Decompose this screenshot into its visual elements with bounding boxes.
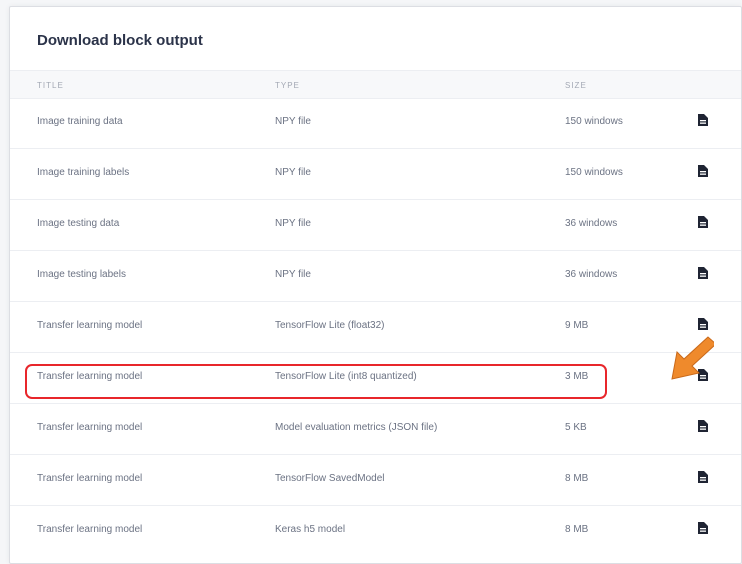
row-title: Transfer learning model — [37, 371, 143, 382]
row-size: 150 windows — [565, 116, 623, 127]
table-row: Image training data NPY file 150 windows — [10, 98, 741, 149]
row-size: 36 windows — [565, 269, 618, 280]
row-title: Transfer learning model — [37, 422, 143, 433]
row-size: 9 MB — [565, 320, 589, 331]
table-header: TITLE TYPE SIZE — [10, 70, 741, 99]
download-file-icon[interactable] — [698, 165, 708, 177]
column-header-title: TITLE — [37, 81, 64, 90]
row-size: 150 windows — [565, 167, 623, 178]
download-file-icon[interactable] — [698, 318, 708, 330]
row-type: NPY file — [275, 269, 311, 280]
row-title: Transfer learning model — [37, 473, 143, 484]
table-row: Transfer learning model TensorFlow Saved… — [10, 455, 741, 506]
row-size: 8 MB — [565, 524, 589, 535]
download-file-icon[interactable] — [698, 420, 708, 432]
download-file-icon[interactable] — [698, 471, 708, 483]
row-title: Image training labels — [37, 167, 130, 178]
row-title: Transfer learning model — [37, 320, 143, 331]
row-type: NPY file — [275, 167, 311, 178]
row-type: NPY file — [275, 116, 311, 127]
row-title: Image testing labels — [37, 269, 126, 280]
row-type: TensorFlow SavedModel — [275, 473, 385, 484]
row-size: 3 MB — [565, 371, 589, 382]
download-file-icon[interactable] — [698, 267, 708, 279]
row-size: 8 MB — [565, 473, 589, 484]
table-row: Image testing labels NPY file 36 windows — [10, 251, 741, 302]
table-row: Image training labels NPY file 150 windo… — [10, 149, 741, 200]
row-title: Transfer learning model — [37, 524, 143, 535]
table-row-highlighted: Transfer learning model TensorFlow Lite … — [10, 353, 741, 404]
row-size: 36 windows — [565, 218, 618, 229]
panel-title: Download block output — [37, 32, 203, 49]
row-type: Keras h5 model — [275, 524, 346, 535]
download-file-icon[interactable] — [698, 369, 708, 381]
row-type: TensorFlow Lite (int8 quantized) — [275, 371, 417, 382]
download-file-icon[interactable] — [698, 216, 708, 228]
row-size: 5 KB — [565, 422, 587, 433]
row-type: TensorFlow Lite (float32) — [275, 320, 385, 331]
row-title: Image testing data — [37, 218, 120, 229]
row-type: NPY file — [275, 218, 311, 229]
row-type: Model evaluation metrics (JSON file) — [275, 422, 438, 433]
download-file-icon[interactable] — [698, 522, 708, 534]
table-row: Image testing data NPY file 36 windows — [10, 200, 741, 251]
column-header-type: TYPE — [275, 81, 300, 90]
row-title: Image training data — [37, 116, 123, 127]
download-file-icon[interactable] — [698, 114, 708, 126]
download-block-output-panel: Download block output TITLE TYPE SIZE Im… — [9, 6, 742, 564]
column-header-size: SIZE — [565, 81, 587, 90]
table-row: Transfer learning model Keras h5 model 8… — [10, 506, 741, 556]
table-row: Transfer learning model Model evaluation… — [10, 404, 741, 455]
table-row: Transfer learning model TensorFlow Lite … — [10, 302, 741, 353]
